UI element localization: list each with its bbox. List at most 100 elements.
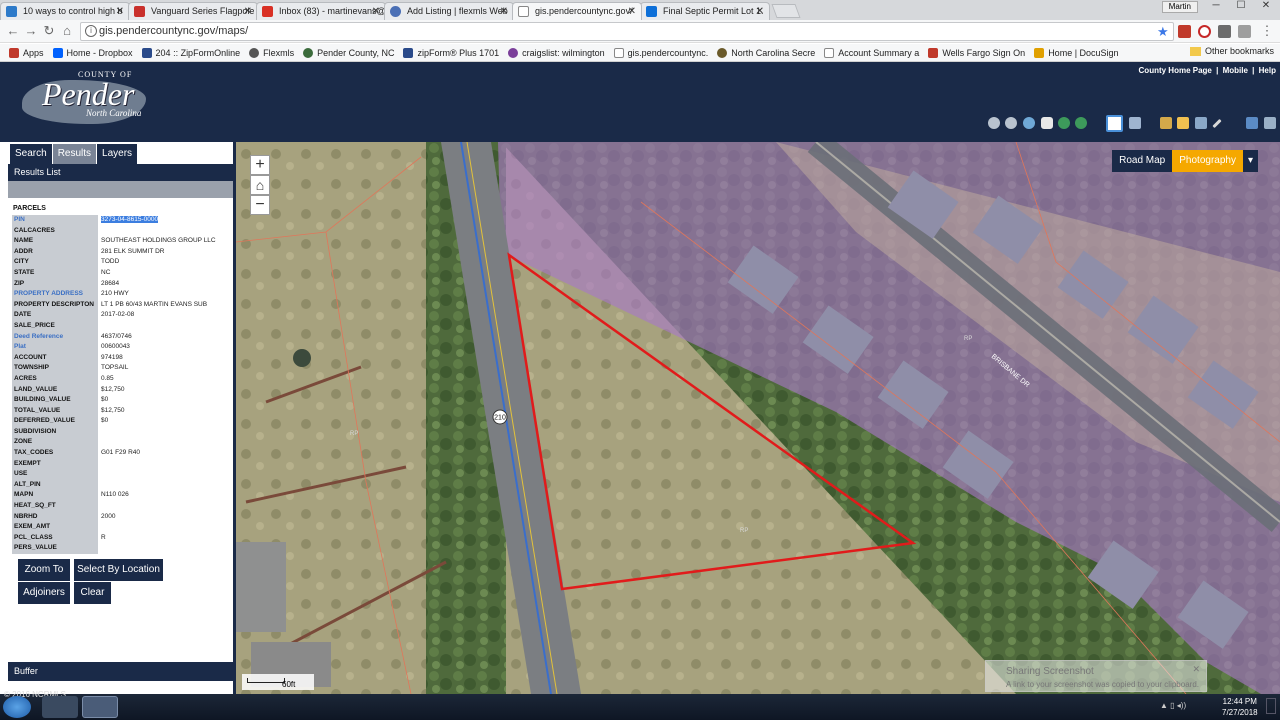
attribute-key: PERS_VALUE <box>12 543 98 554</box>
taskbar-media-icon[interactable] <box>42 696 78 718</box>
bookmark-item[interactable]: Wells Fargo Sign On <box>928 47 1025 58</box>
bookmark-star-icon[interactable]: ★ <box>1157 24 1169 40</box>
tab-search[interactable]: Search <box>10 144 52 164</box>
print-icon[interactable] <box>1246 117 1258 129</box>
next-extent-icon[interactable] <box>1075 117 1087 129</box>
bookmark-item[interactable]: gis.pendercountync. <box>613 47 708 58</box>
tab-close-icon[interactable]: ✕ <box>244 3 252 20</box>
forward-icon[interactable]: → <box>22 22 40 40</box>
start-button-icon[interactable] <box>3 696 31 718</box>
minimize-icon[interactable]: ─ <box>1204 0 1228 14</box>
bookmark-item[interactable]: Apps <box>9 47 44 58</box>
toast-close-icon[interactable]: ✕ <box>1192 664 1200 675</box>
maximize-icon[interactable]: ☐ <box>1229 0 1253 14</box>
attribute-value: $12,750 <box>98 406 228 417</box>
zoom-out-tool-icon[interactable] <box>1005 117 1017 129</box>
tab-results[interactable]: Results <box>52 144 97 164</box>
tray-icons[interactable]: ▲ ▯ ◂)) <box>1160 701 1210 713</box>
attribute-key[interactable]: Deed Reference <box>12 331 98 343</box>
mobile-link[interactable]: Mobile <box>1223 66 1248 75</box>
aerial-map[interactable]: 210 BRISBANE DR RP RP RP + ⌂ − Road Map … <box>236 142 1280 694</box>
browser-tab[interactable]: Final Septic Permit Lot 1. ✕ <box>640 2 770 20</box>
tab-close-icon[interactable]: ✕ <box>628 3 636 20</box>
zoom-to-button[interactable]: Zoom To <box>18 559 70 581</box>
back-icon[interactable]: ← <box>4 22 22 40</box>
taskbar-clock[interactable]: 12:44 PM 7/27/2018 <box>1222 696 1258 718</box>
bookmark-item[interactable]: zipForm® Plus 1701 <box>403 47 499 58</box>
pinterest-icon[interactable] <box>1198 25 1211 38</box>
browser-tab[interactable]: Vanguard Series Flagpole ✕ <box>128 2 258 20</box>
browser-tab-active[interactable]: gis.pendercountync.gov/✕ <box>512 2 642 20</box>
chevron-down-icon[interactable]: ▾ <box>1242 150 1258 172</box>
bookmark-tool-icon[interactable] <box>1195 117 1207 129</box>
tab-layers[interactable]: Layers <box>97 144 138 164</box>
extension-icon[interactable] <box>1238 25 1251 38</box>
tab-close-icon[interactable]: ✕ <box>500 3 508 20</box>
browser-tab[interactable]: 10 ways to control high b ✕ <box>0 2 130 20</box>
tab-close-icon[interactable]: ✕ <box>372 3 380 20</box>
identify-icon[interactable] <box>1106 115 1123 132</box>
buffer-header[interactable]: Buffer <box>8 662 234 681</box>
attribute-row: SUBDIVISION <box>12 426 228 438</box>
tab-close-icon[interactable]: ✕ <box>116 3 124 20</box>
taskbar-chrome-icon[interactable] <box>82 696 118 718</box>
zoom-in-button[interactable]: + <box>250 155 270 175</box>
bookmark-item[interactable]: craigslist: wilmington <box>508 47 605 58</box>
zoom-out-button[interactable]: − <box>250 195 270 215</box>
window-close-icon[interactable]: ✕ <box>1254 0 1278 14</box>
attribute-value: TODD <box>98 257 228 268</box>
tab-close-icon[interactable]: ✕ <box>756 3 764 20</box>
export-icon[interactable] <box>1264 117 1276 129</box>
layers-tool-icon[interactable] <box>1160 117 1172 129</box>
toast-body: A link to your screenshot was copied to … <box>1006 680 1199 689</box>
bookmark-item[interactable]: Home - Dropbox <box>52 47 133 58</box>
full-extent-icon[interactable] <box>1023 117 1035 129</box>
bookmark-item[interactable]: Home | DocuSign <box>1034 47 1119 58</box>
measure-icon[interactable] <box>1177 117 1189 129</box>
bookmark-item[interactable]: North Carolina Secre <box>717 47 815 58</box>
attribute-key[interactable]: Plat <box>12 342 98 353</box>
other-bookmarks[interactable]: Other bookmarks <box>1189 46 1274 56</box>
previous-extent-icon[interactable] <box>1058 117 1070 129</box>
browser-tab[interactable]: Add Listing | flexmls Web ✕ <box>384 2 514 20</box>
panel-tabs: Search Results Layers <box>8 142 234 164</box>
attribute-value <box>98 522 228 533</box>
attribute-row: Plat 00600043 <box>12 342 228 353</box>
reload-icon[interactable]: ↻ <box>40 22 58 40</box>
road-map-button[interactable]: Road Map <box>1112 150 1173 172</box>
attribute-value-text: LT 1 PB 60/43 MARTIN EVANS SUB <box>101 300 208 308</box>
home-icon[interactable]: ⌂ <box>58 22 76 40</box>
browser-tab[interactable]: Inbox (83) - martinevans@ ✕ <box>256 2 386 20</box>
select-icon[interactable] <box>1129 117 1141 129</box>
county-home-link[interactable]: County Home Page <box>1139 66 1212 75</box>
attribute-key[interactable]: PROPERTY ADDRESS <box>12 289 98 300</box>
site-info-icon[interactable]: i <box>85 25 97 37</box>
attribute-value-text: TOPSAIL <box>101 364 129 372</box>
zoom-in-tool-icon[interactable] <box>988 117 1000 129</box>
pool <box>293 349 311 367</box>
home-extent-button[interactable]: ⌂ <box>250 175 270 195</box>
new-tab-button[interactable] <box>771 4 801 18</box>
show-desktop-button[interactable] <box>1266 698 1276 714</box>
county-logo[interactable]: COUNTY OF Pender North Carolina <box>16 66 156 128</box>
help-link[interactable]: Help <box>1259 66 1276 75</box>
bookmark-item[interactable]: Account Summary a <box>824 47 919 58</box>
extension-icon[interactable] <box>1178 25 1191 38</box>
adjoiners-button[interactable]: Adjoiners <box>18 582 70 604</box>
clear-button[interactable]: Clear <box>74 582 111 604</box>
attribute-value <box>98 459 228 470</box>
photography-button[interactable]: Photography <box>1172 150 1243 172</box>
menu-icon[interactable]: ⋮ <box>1258 22 1276 40</box>
county-seal-icon <box>303 47 314 58</box>
attribute-key[interactable]: PIN <box>12 215 98 226</box>
attribute-key: TAX_CODES <box>12 448 98 459</box>
profile-button[interactable]: Martin <box>1161 1 1198 13</box>
extension-icon[interactable] <box>1218 25 1231 38</box>
bookmark-item[interactable]: Pender County, NC <box>303 47 394 58</box>
bookmark-item[interactable]: 204 :: ZipFormOnline <box>141 47 240 58</box>
bookmark-item[interactable]: Flexmls <box>249 47 294 58</box>
select-by-location-button[interactable]: Select By Location <box>74 559 163 581</box>
pan-hand-icon[interactable] <box>1041 117 1053 129</box>
share-screenshot-toast[interactable]: Sharing Screenshot A link to your screen… <box>985 660 1207 692</box>
address-bar[interactable]: i gis.pendercountync.gov/maps/ <box>80 22 1174 41</box>
